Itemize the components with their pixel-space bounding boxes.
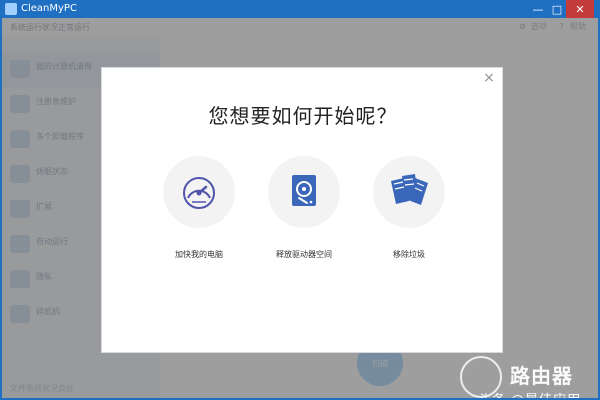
remove-junk-label: 移除垃圾: [393, 250, 425, 259]
free-drive-space-option-circle: [268, 156, 340, 228]
files-icon: [391, 174, 428, 205]
dialog-close-button[interactable]: ×: [482, 71, 496, 85]
app-content: 系统运行状况正常运行 ⚙ 选项 ? 帮助 我的计算机清理 注册表维护 多个卸载程…: [2, 18, 598, 398]
watermark-brand: 路由器: [510, 364, 573, 388]
speed-up-option-circle: [163, 156, 235, 228]
speed-up-label: 加快我的电脑: [175, 250, 223, 259]
free-drive-space-label: 释放驱动器空间: [276, 250, 332, 259]
app-icon: [5, 3, 17, 15]
speed-up-option[interactable]: 加快我的电脑: [159, 156, 249, 261]
speedometer-icon: [183, 177, 215, 209]
dialog-question: 您想要如何开始呢？: [208, 104, 398, 128]
close-window-button[interactable]: ✕: [566, 0, 594, 18]
remove-junk-option-circle: [373, 156, 445, 228]
start-dialog: × 您想要如何开始呢？ 加快我的电脑 释放驱动器空间 移除垃圾: [101, 67, 503, 353]
drive-icon: [292, 175, 316, 206]
watermark-footer: 头条 @最佳应用: [478, 390, 580, 398]
title-bar: CleanMyPC — □ ✕: [0, 0, 600, 18]
maximize-button[interactable]: □: [548, 0, 566, 18]
watermark: 路由器 头条 @最佳应用: [460, 356, 596, 398]
application-window: CleanMyPC — □ ✕ 系统运行状况正常运行 ⚙ 选项 ? 帮助 我的计…: [0, 0, 600, 400]
window-title: CleanMyPC: [21, 3, 77, 14]
minimize-button[interactable]: —: [529, 0, 547, 18]
free-drive-space-option[interactable]: 释放驱动器空间: [264, 156, 354, 261]
remove-junk-option[interactable]: 移除垃圾: [369, 156, 459, 261]
